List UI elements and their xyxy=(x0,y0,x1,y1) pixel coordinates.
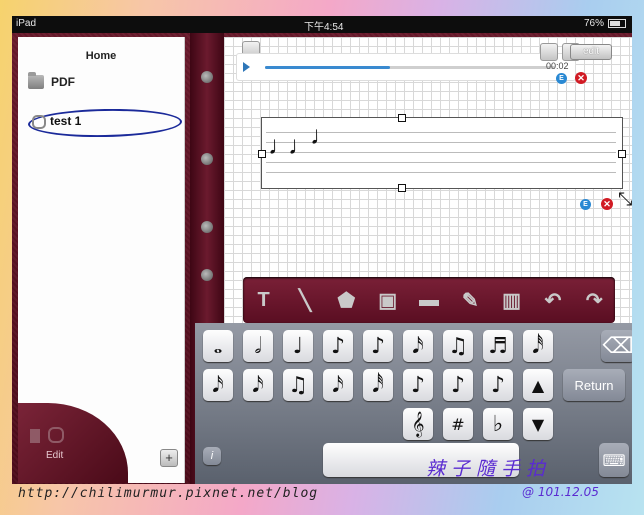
treble-clef-key[interactable]: 𝄞 xyxy=(403,408,433,440)
sidebar-footer: Edit + xyxy=(18,403,184,483)
piano-tool-icon[interactable]: ▥ xyxy=(499,287,525,313)
audio-player xyxy=(236,53,576,81)
sidebar: Home PDF test 1 Edit + xyxy=(18,37,185,483)
rivet-icon xyxy=(201,269,213,281)
page-curl xyxy=(18,403,128,483)
edit-button[interactable]: edit xyxy=(570,44,612,60)
audio-time: 00:02 xyxy=(546,61,569,71)
sidebar-title: Home xyxy=(85,50,117,62)
sidebar-item-label: test 1 xyxy=(50,114,82,128)
battery-icon xyxy=(608,19,626,28)
undo-icon[interactable]: ↶ xyxy=(540,287,566,313)
delete-badge-icon[interactable]: ✕ xyxy=(575,72,587,84)
beamed-note-key[interactable]: ♫ xyxy=(283,369,313,401)
up-arrow-key[interactable]: ▲ xyxy=(523,369,553,401)
hide-keyboard-key[interactable]: ⌨ xyxy=(599,443,629,477)
rivet-icon xyxy=(201,71,213,83)
thirty-second-note-key[interactable]: 𝅘𝅥𝅰 xyxy=(523,330,553,362)
rest-key[interactable]: 𝅘𝅥𝅯 xyxy=(323,369,353,401)
resize-handle[interactable] xyxy=(618,150,626,158)
battery-status: 76% xyxy=(584,18,626,29)
half-note-key[interactable]: 𝅗𝅥 xyxy=(243,330,273,362)
pentagon-tool-icon[interactable]: ⬟ xyxy=(333,287,359,313)
quarter-note[interactable]: ♩ xyxy=(310,122,336,148)
rest-key[interactable]: 𝅘𝅥𝅰 xyxy=(363,369,393,401)
flat-key[interactable]: ♭ xyxy=(483,408,513,440)
document-icon[interactable] xyxy=(30,429,40,443)
edit-button[interactable]: Edit xyxy=(46,450,63,461)
watermark-url: http://chilimurmur.pixnet.net/blog xyxy=(18,486,319,501)
attachment-icon[interactable] xyxy=(48,427,64,443)
status-bar: iPad 下午4:54 76% xyxy=(12,16,632,33)
return-key[interactable]: Return xyxy=(563,369,625,401)
app-screen: Home PDF test 1 Edit + 00:02 edit E ✕ ♩ … xyxy=(12,33,632,484)
paperclip-icon xyxy=(32,115,46,129)
flag-note-key[interactable]: ♪ xyxy=(403,369,433,401)
watermark-signature: 辣子隨手拍 xyxy=(426,458,552,480)
battery-percent: 76% xyxy=(583,18,604,29)
edit-badge-icon[interactable]: E xyxy=(580,199,591,210)
beamed-note-key[interactable]: 𝅘𝅥𝅯 xyxy=(203,369,233,401)
staff-line xyxy=(266,172,616,173)
whole-note-key[interactable]: 𝅝 xyxy=(203,330,233,362)
resize-handle[interactable] xyxy=(258,150,266,158)
play-icon[interactable] xyxy=(243,62,250,72)
text-tool-icon[interactable]: T xyxy=(251,287,277,313)
audio-progress-fill xyxy=(265,66,390,69)
sixteenth-note-key[interactable]: 𝅘𝅥𝅯 xyxy=(403,330,433,362)
sharp-key[interactable]: # xyxy=(443,408,473,440)
sidebar-item-pdf[interactable]: PDF xyxy=(28,72,75,89)
sidebar-item-label: PDF xyxy=(51,75,75,89)
add-button[interactable]: + xyxy=(160,449,178,467)
resize-arrow-icon[interactable]: ⤡ xyxy=(618,189,632,210)
music-staff[interactable]: ♩ ♩ ♩ xyxy=(261,117,623,189)
beamed-note-key[interactable]: 𝅘𝅥𝅯 xyxy=(243,369,273,401)
sidebar-item-test-1[interactable]: test 1 xyxy=(27,107,183,139)
delete-badge-icon[interactable]: ✕ xyxy=(601,198,613,210)
flag-note-key[interactable]: ♪ xyxy=(443,369,473,401)
flag-note-key[interactable]: ♪ xyxy=(483,369,513,401)
resize-handle[interactable] xyxy=(398,114,406,122)
drawing-toolbar: T ╲ ⬟ ▣ ▬ ✎ ▥ ↶ ↷ xyxy=(243,277,615,323)
watermark-date: @ 101.12.05 xyxy=(522,485,599,499)
picture-icon[interactable] xyxy=(540,43,558,61)
delete-key[interactable]: ⌫ xyxy=(601,330,632,362)
eighth-note-key[interactable]: ♪ xyxy=(323,330,353,362)
beamed-sixteenth-key[interactable]: ♬ xyxy=(483,330,513,362)
status-time: 下午4:54 xyxy=(304,22,344,33)
beamed-eighth-key[interactable]: ♫ xyxy=(443,330,473,362)
device-label: iPad xyxy=(16,18,37,29)
line-tool-icon[interactable]: ╲ xyxy=(292,287,318,313)
info-key[interactable]: i xyxy=(203,447,221,465)
rivet-icon xyxy=(201,221,213,233)
resize-handle[interactable] xyxy=(398,184,406,192)
folder-icon xyxy=(28,72,44,89)
rivet-icon xyxy=(201,153,213,165)
camera-tool-icon[interactable]: ▣ xyxy=(375,287,401,313)
staff-line xyxy=(266,162,616,163)
quarter-note-key[interactable]: ♩ xyxy=(283,330,313,362)
pen-tool-icon[interactable]: ✎ xyxy=(457,287,483,313)
redo-icon[interactable]: ↷ xyxy=(581,287,607,313)
audio-progress-track[interactable] xyxy=(265,66,555,69)
staff-line xyxy=(266,152,616,153)
edit-badge-icon[interactable]: E xyxy=(556,73,567,84)
eighth-note-key[interactable]: ♪ xyxy=(363,330,393,362)
music-keyboard: 𝅝 𝅗𝅥 ♩ ♪ ♪ 𝅘𝅥𝅯 ♫ ♬ 𝅘𝅥𝅰 ⌫ 𝅘𝅥𝅯 𝅘𝅥𝅯 ♫ 𝅘𝅥𝅯 𝅘… xyxy=(195,323,632,484)
down-arrow-key[interactable]: ▼ xyxy=(523,408,553,440)
rectangle-tool-icon[interactable]: ▬ xyxy=(416,287,442,313)
